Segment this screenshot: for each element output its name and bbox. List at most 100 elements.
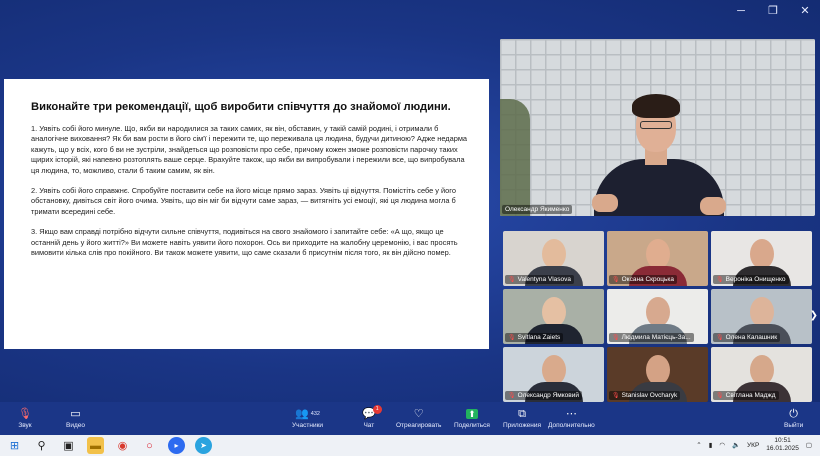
participant-name-tag: 🎙 Людмила Матієць-За...: [609, 333, 694, 342]
video-label: Видео: [66, 422, 85, 429]
mic-muted-icon: 🎙: [612, 277, 620, 283]
task-view-icon[interactable]: ▣: [60, 437, 77, 454]
participant-name: Світлана Маджд: [725, 392, 776, 399]
participant-name: Вероніка Онищенко: [725, 276, 786, 283]
participant-face: [749, 355, 774, 385]
participant-tile[interactable]: 🎙 Valentyna Vlasova: [503, 231, 604, 286]
participant-tile[interactable]: 🎙 Олена Калашник: [711, 289, 812, 344]
slide-paragraph-3: 3. Якщо вам справді потрібно відчути сил…: [31, 227, 458, 258]
mic-muted-icon: 🎙: [508, 393, 516, 399]
wifi-icon[interactable]: ◠: [719, 441, 725, 449]
leave-label: Выйти: [784, 422, 804, 429]
restore-icon[interactable]: ❐: [766, 4, 780, 18]
meeting-stage: ─ ❐ ✕ Виконайте три рекомендації, щоб ви…: [0, 0, 820, 402]
participant-name-tag: 🎙 Олександр Ямковий: [505, 391, 583, 400]
participant-tile[interactable]: 🎙 Олександр Ямковий: [503, 347, 604, 402]
participant-tile[interactable]: 🎙 Вероніка Онищенко: [711, 231, 812, 286]
clock[interactable]: 10:51 16.01.2025: [766, 437, 799, 453]
leave-icon: ⏻: [789, 408, 798, 420]
participant-name-tag: 🎙 Valentyna Vlasova: [505, 275, 574, 284]
participant-name: Valentyna Vlasova: [517, 276, 571, 283]
mic-muted-icon: 🎙: [716, 277, 724, 283]
video-camera-icon: ▭: [70, 408, 81, 420]
participants-button[interactable]: 👥 432 Участники: [292, 407, 323, 429]
speaker-hair: [632, 94, 680, 118]
speaker-name: Олександр Якименко: [505, 206, 570, 213]
windows-taskbar: ⊞ ⚲ ▣ ▬ ◉ ○ ▸ ➤ ⌃ ▮ ◠ 🔈 УКР 10:51 16.01.…: [0, 435, 820, 456]
participant-tile[interactable]: 🎙 Stanislav Ovcharyk: [607, 347, 708, 402]
more-dots-icon: ⋯: [565, 408, 577, 420]
active-speaker-video[interactable]: Олександр Якименко: [500, 39, 815, 216]
chat-icon: 💬 1: [362, 405, 382, 422]
language-indicator[interactable]: УКР: [747, 442, 759, 449]
file-explorer-icon[interactable]: ▬: [87, 437, 104, 454]
participant-name: Олександр Ямковий: [517, 392, 580, 399]
chevron-up-icon[interactable]: ⌃: [696, 441, 701, 449]
shared-slide: Виконайте три рекомендації, щоб виробити…: [4, 79, 489, 349]
participant-face: [645, 355, 670, 385]
participant-face: [541, 355, 566, 385]
zoom-icon[interactable]: ▸: [168, 437, 185, 454]
react-button[interactable]: ♡ Отреагировать: [396, 407, 441, 429]
chat-badge: 1: [372, 405, 382, 414]
system-tray: ⌃ ▮ ◠ 🔈 УКР 10:51 16.01.2025 ▢: [696, 437, 812, 453]
participant-name-tag: 🎙 Світлана Маджд: [713, 391, 779, 400]
participant-tile[interactable]: 🎙 Світлана Маджд: [711, 347, 812, 402]
minimize-icon[interactable]: ─: [734, 4, 748, 18]
close-icon[interactable]: ✕: [798, 4, 812, 18]
participant-name: Svitlana Zaiets: [517, 334, 561, 341]
apps-button[interactable]: ⧉ Приложения: [503, 407, 541, 429]
speaker-hand-left: [592, 194, 618, 212]
slide-title: Виконайте три рекомендації, щоб виробити…: [31, 101, 451, 113]
opera-icon[interactable]: ○: [141, 437, 158, 454]
participants-icon: 👥 432: [295, 408, 320, 420]
video-button[interactable]: ▭ Видео: [66, 407, 85, 429]
participant-name: Stanislav Ovcharyk: [621, 392, 678, 399]
mic-muted-icon: 🎙: [508, 335, 516, 341]
participants-count: 432: [310, 411, 320, 417]
participant-face: [645, 297, 670, 327]
participant-face: [749, 297, 774, 327]
share-button[interactable]: ⬆ Поделиться: [454, 407, 490, 429]
speaker-hand-right: [700, 197, 726, 215]
chat-button[interactable]: 💬 1 Чат: [362, 405, 382, 429]
slide-paragraph-2: 2. Уявіть собі його справжнє. Спробуйте …: [31, 186, 456, 216]
gallery-next-arrow-icon[interactable]: ❯: [810, 310, 818, 321]
plant: [500, 99, 530, 216]
share-screen-icon: ⬆: [466, 409, 478, 419]
participant-name: Оксана Скроцька: [621, 276, 674, 283]
participant-face: [645, 239, 670, 269]
slide-paragraph-1: 1. Уявіть собі його минуле. Що, якби ви …: [31, 124, 468, 175]
windows-start-icon[interactable]: ⊞: [6, 437, 23, 454]
mic-muted-icon: 🎙: [612, 335, 620, 341]
apps-label: Приложения: [503, 422, 542, 429]
meeting-toolbar: 🎙 Звук ▭ Видео 👥 432 Участники 💬 1 Чат ♡ О…: [0, 402, 820, 435]
mic-muted-icon: 🎙: [508, 277, 516, 283]
telegram-icon[interactable]: ➤: [195, 437, 212, 454]
apps-icon: ⧉: [518, 408, 526, 420]
participant-tile[interactable]: 🎙 Людмила Матієць-За...: [607, 289, 708, 344]
participant-face: [749, 239, 774, 269]
speaker-name-tag: Олександр Якименко: [502, 205, 573, 214]
mic-muted-icon: 🎙: [716, 335, 724, 341]
leave-button[interactable]: ⏻ Выйти: [784, 407, 803, 429]
participant-tile[interactable]: 🎙 Svitlana Zaiets: [503, 289, 604, 344]
mic-muted-icon: 🎙: [18, 408, 32, 420]
audio-button[interactable]: 🎙 Звук: [18, 407, 32, 429]
chrome-icon[interactable]: ◉: [114, 437, 131, 454]
volume-icon[interactable]: 🔈: [732, 441, 740, 449]
battery-icon[interactable]: ▮: [709, 441, 713, 449]
participant-name: Олена Калашник: [725, 334, 778, 341]
participants-label: Участники: [292, 422, 324, 429]
search-icon[interactable]: ⚲: [33, 437, 50, 454]
audio-label: Звук: [18, 422, 32, 429]
more-button[interactable]: ⋯ Дополнительно: [548, 407, 595, 429]
participant-name-tag: 🎙 Svitlana Zaiets: [505, 333, 564, 342]
clock-date: 16.01.2025: [766, 445, 799, 452]
clock-time: 10:51: [774, 437, 791, 444]
window-controls: ─ ❐ ✕: [734, 4, 812, 18]
participant-name-tag: 🎙 Stanislav Ovcharyk: [609, 391, 681, 400]
participant-name: Людмила Матієць-За...: [621, 334, 691, 341]
participant-tile[interactable]: 🎙 Оксана Скроцька: [607, 231, 708, 286]
notifications-icon[interactable]: ▢: [806, 441, 812, 449]
